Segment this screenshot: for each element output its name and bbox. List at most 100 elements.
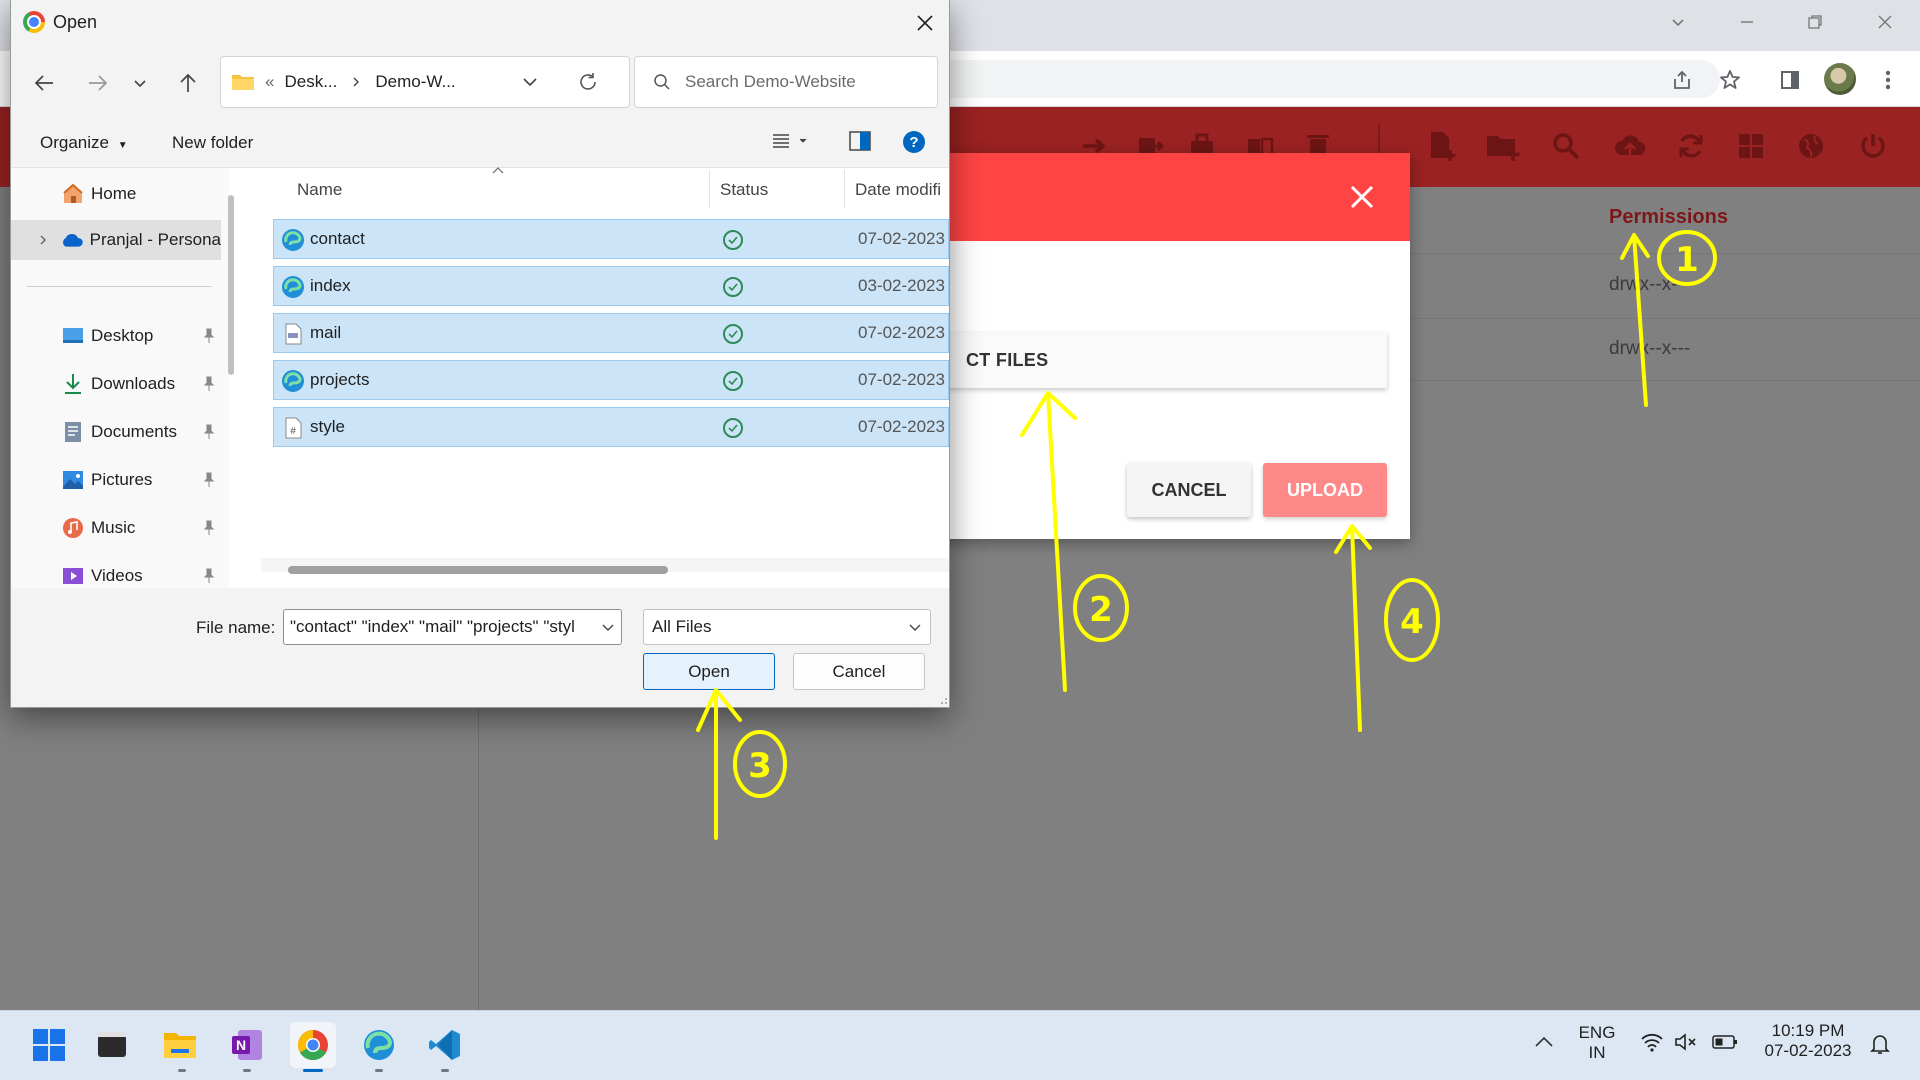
- running-indicator: [441, 1069, 449, 1072]
- help-icon[interactable]: ?: [902, 130, 926, 154]
- grid-icon[interactable]: [1729, 124, 1773, 168]
- expand-chevron-icon[interactable]: [37, 234, 49, 246]
- modal-close-icon[interactable]: [1342, 177, 1382, 217]
- search-input[interactable]: Search Demo-Website: [634, 56, 938, 108]
- minimize-icon[interactable]: [1727, 10, 1767, 34]
- pin-icon[interactable]: [201, 472, 217, 488]
- organize-label: Organize: [40, 133, 109, 152]
- organize-menu[interactable]: Organize ▼: [40, 133, 128, 153]
- file-row[interactable]: mail 07-02-2023: [273, 313, 949, 353]
- file-row[interactable]: # style 07-02-2023: [273, 407, 949, 447]
- open-button[interactable]: Open: [643, 653, 775, 690]
- show-hidden-icons-icon[interactable]: [1534, 1034, 1554, 1050]
- nav-pane-scrollbar[interactable]: [228, 195, 234, 375]
- search-icon[interactable]: [1544, 124, 1588, 168]
- file-date: 07-02-2023: [858, 370, 945, 389]
- folder-icon: [231, 72, 255, 92]
- address-bar[interactable]: [920, 60, 1720, 98]
- view-options-icon[interactable]: [771, 131, 811, 151]
- pin-icon[interactable]: [201, 568, 217, 584]
- file-explorer-icon[interactable]: [157, 1022, 203, 1068]
- synced-check-icon: [723, 371, 743, 391]
- dialog-cancel-button[interactable]: Cancel: [793, 653, 925, 690]
- music-icon: [63, 518, 83, 538]
- onenote-icon[interactable]: N: [224, 1022, 270, 1068]
- pin-icon[interactable]: [201, 424, 217, 440]
- new-file-icon[interactable]: [1420, 124, 1464, 168]
- language-indicator[interactable]: ENG IN: [1577, 1023, 1617, 1063]
- wifi-icon[interactable]: [1640, 1032, 1664, 1052]
- pin-icon[interactable]: [201, 376, 217, 392]
- modal-cancel-button[interactable]: CANCEL: [1127, 463, 1251, 517]
- new-folder-button[interactable]: New folder: [172, 133, 253, 153]
- restore-icon[interactable]: [1795, 10, 1835, 34]
- up-arrow-icon[interactable]: [171, 66, 205, 100]
- refresh-path-icon[interactable]: [577, 71, 599, 93]
- file-name-dropdown-icon[interactable]: [601, 620, 615, 634]
- horizontal-scrollbar-thumb[interactable]: [288, 566, 668, 574]
- volume-muted-icon[interactable]: [1674, 1032, 1698, 1052]
- column-header-date[interactable]: Date modifi: [855, 180, 941, 200]
- terminal-icon[interactable]: [89, 1022, 135, 1068]
- nav-item-onedrive[interactable]: Pranjal - Persona: [11, 220, 221, 260]
- upload-icon[interactable]: [1608, 124, 1652, 168]
- chrome-icon[interactable]: [290, 1022, 336, 1068]
- synced-check-icon: [723, 324, 743, 344]
- videos-icon: [63, 568, 83, 584]
- svg-text:N: N: [236, 1037, 246, 1053]
- vscode-icon[interactable]: [422, 1022, 468, 1068]
- tab-search-icon[interactable]: [1658, 10, 1698, 34]
- home-icon: [63, 183, 83, 203]
- column-header-name[interactable]: Name: [297, 180, 342, 200]
- nav-item-downloads[interactable]: Downloads: [11, 364, 221, 404]
- dialog-close-icon[interactable]: [911, 9, 939, 37]
- breadcrumb-segment[interactable]: Demo-W...: [375, 72, 455, 92]
- nav-item-home[interactable]: Home: [11, 174, 221, 214]
- nav-item-desktop[interactable]: Desktop: [11, 316, 221, 356]
- nav-item-music[interactable]: Music: [11, 508, 221, 548]
- share-icon[interactable]: [1666, 64, 1698, 96]
- windows-start-icon[interactable]: [26, 1022, 72, 1068]
- file-type-select[interactable]: All Files: [643, 609, 931, 645]
- breadcrumb-segment[interactable]: Desk...: [284, 72, 337, 92]
- select-files-button[interactable]: CT FILES: [930, 333, 1387, 388]
- column-separator[interactable]: [844, 170, 845, 208]
- file-row[interactable]: index 03-02-2023: [273, 266, 949, 306]
- profile-avatar[interactable]: [1824, 63, 1856, 95]
- file-name-input[interactable]: "contact" "index" "mail" "projects" "sty…: [283, 609, 622, 645]
- column-header-status[interactable]: Status: [720, 180, 768, 200]
- file-row[interactable]: projects 07-02-2023: [273, 360, 949, 400]
- new-folder-icon[interactable]: [1481, 124, 1525, 168]
- battery-icon[interactable]: [1712, 1034, 1738, 1050]
- back-arrow-icon[interactable]: [27, 66, 61, 100]
- path-dropdown-icon[interactable]: [521, 73, 539, 91]
- resize-grip-icon[interactable]: [936, 693, 948, 705]
- more-menu-icon[interactable]: [1872, 64, 1904, 96]
- running-indicator: [375, 1069, 383, 1072]
- permissions-header: Permissions: [1609, 206, 1728, 228]
- pin-icon[interactable]: [201, 520, 217, 536]
- upload-button[interactable]: UPLOAD: [1263, 463, 1387, 517]
- nav-item-documents[interactable]: Documents: [11, 412, 221, 452]
- window-close-icon[interactable]: [1865, 10, 1905, 34]
- path-breadcrumb[interactable]: « Desk... Demo-W...: [220, 56, 630, 108]
- notifications-icon[interactable]: [1868, 1032, 1892, 1056]
- side-panel-icon[interactable]: [1774, 64, 1806, 96]
- globe-icon[interactable]: [1789, 124, 1833, 168]
- nav-item-pictures[interactable]: Pictures: [11, 460, 221, 500]
- pin-icon[interactable]: [201, 328, 217, 344]
- upload-modal: CT FILES CANCEL UPLOAD: [930, 153, 1410, 539]
- edge-html-icon: [282, 229, 304, 251]
- edge-icon[interactable]: [356, 1022, 402, 1068]
- recent-locations-chevron-icon[interactable]: [123, 66, 157, 100]
- file-row[interactable]: contact 07-02-2023: [273, 219, 949, 259]
- power-icon[interactable]: [1851, 124, 1895, 168]
- refresh-icon[interactable]: [1669, 124, 1713, 168]
- forward-arrow-icon[interactable]: [81, 66, 115, 100]
- file-name-label: File name:: [196, 618, 276, 637]
- bookmark-star-icon[interactable]: [1714, 64, 1746, 96]
- running-indicator: [178, 1069, 186, 1072]
- column-separator[interactable]: [709, 170, 710, 208]
- preview-pane-icon[interactable]: [849, 131, 871, 151]
- clock[interactable]: 10:19 PM 07-02-2023: [1754, 1021, 1862, 1061]
